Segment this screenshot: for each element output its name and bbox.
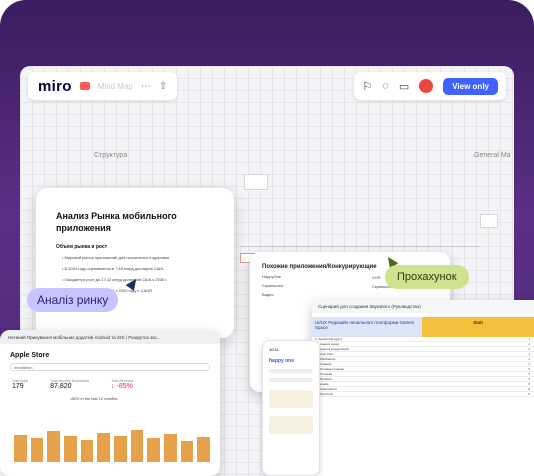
store-bar [147,438,161,462]
miro-logo: miro [38,77,72,95]
phone-logo: happy one [269,358,295,364]
market-analysis-document[interactable]: Анализ Рынка мобильного приложения Объем… [36,188,234,338]
store-bar [180,440,194,462]
more-icon[interactable]: ⋯ [141,81,151,92]
table-cell: 2.3 Головна сторінка [315,367,344,371]
store-bar [80,440,94,462]
sheet-rows: 1. Анализ Продукту 1 1.1 Анализ рынку 2 1.2 … [312,337,534,397]
phone-line [269,369,313,373]
table-cell: 8 [528,382,530,386]
phone-card [269,416,313,434]
table-cell: 1 [528,337,530,341]
document-section: Объем рынка и рост [56,244,108,250]
table-row: 3.2 Прототип 9 [312,392,534,397]
store-bar [130,430,144,462]
table-cell: 2 [528,347,530,351]
diagram-box [244,174,268,190]
phone-card [269,390,313,408]
store-bar [14,434,27,462]
avatar[interactable] [419,79,434,93]
table-cell: 3.2 Прототип [315,392,334,396]
store-title: Apple Store [10,352,50,359]
document-line: • В 2024 году оценивается в 7,48 млрд до… [62,266,165,271]
store-bar-chart [14,418,211,462]
stat-downloads: Total Monthly Downloads 87,820 [50,379,90,390]
store-bar [197,436,211,462]
table-cell: 1.2 Анализ конкуренций [315,347,349,351]
document-title: Анализ Рынка мобильного приложения [56,211,177,233]
market-analysis-tag: Аналіз ринку [27,288,119,312]
stat-revenue: Total Revenue ↓ -85% [111,379,134,390]
view-only-button[interactable]: View only [443,77,498,95]
store-bar [30,437,44,462]
sheet-header-title: UI/UX Редизайн начального платформи Game… [312,317,422,337]
table-cell: 2.2 Главная [315,362,332,366]
mind-map-icon [79,82,90,90]
table-cell: 6 [528,377,530,381]
table-cell: 2.4 Сторінки [315,372,333,376]
phone-line [269,378,313,382]
competitors-line: Видео [262,292,274,297]
table-cell: 4 [528,357,530,361]
table-cell: 2.5 Профіль [315,377,332,381]
table-cell: 1.3 User Flow [315,352,334,356]
phone-mockup[interactable]: 10:11 happy one [262,340,320,476]
table-cell: 8 [528,387,530,391]
sheet-header-col: Start [422,317,534,337]
walkthrough-tag: Прохахунок [385,265,469,289]
phone-time: 10:11 [269,347,279,352]
store-caption: -85% in the last 12 months [70,396,118,401]
store-stats: Total Apps 179 Total Monthly Downloads 87,… [12,379,208,390]
spreadsheet-card[interactable]: Сценарий для создания Звукового (Руковод… [312,300,534,476]
table-cell: 5 [528,372,530,376]
toolbar-left: miro Mind Map ⋯ ⇧ [28,72,178,100]
table-cell: 3. Дизайн [315,382,329,386]
store-bar [164,434,177,462]
diagram-box [480,214,498,228]
table-cell: 1. Анализ Продукту [315,337,343,341]
frame-label-general: General Ma [474,152,511,159]
chat-icon[interactable]: ◌ [382,80,389,92]
table-cell: 3.1 Компоненти [315,387,337,391]
table-cell: 4 [528,362,530,366]
document-line: • Мировой рынок приложений для психическ… [62,255,170,260]
table-cell: 1.1 Анализ рынку [315,342,340,346]
store-search-input[interactable]: meditation [10,363,210,371]
store-bar [64,436,77,462]
table-cell: 9 [528,392,530,396]
share-icon[interactable]: ⇧ [159,81,167,92]
video-icon[interactable]: ▭ [399,80,409,93]
store-bar [47,431,61,462]
table-cell: 2.1 Wireframes [315,357,336,361]
reactions-icon[interactable]: ⚐ [362,80,372,93]
stat-total-apps: Total Apps 179 [12,379,29,390]
app-store-card[interactable]: Нетаний Прихування мобільних додатків An… [0,330,220,476]
sheet-title: Сценарий для создания Звукового (Руковод… [312,300,534,313]
table-cell: 3 [528,352,530,356]
toolbar-right: ⚐ ◌ ▭ View only [354,72,506,100]
table-cell: 2 [528,342,530,346]
board-name[interactable]: Mind Map [98,82,133,91]
store-bar [97,432,111,462]
store-header: Нетаний Прихування мобільних додатків An… [0,330,220,344]
store-bar [114,435,127,462]
sheet-header: UI/UX Редизайн начального платформи Game… [312,317,534,337]
table-cell: 5 [528,367,530,371]
frame-label-structure: Структура [94,152,128,159]
